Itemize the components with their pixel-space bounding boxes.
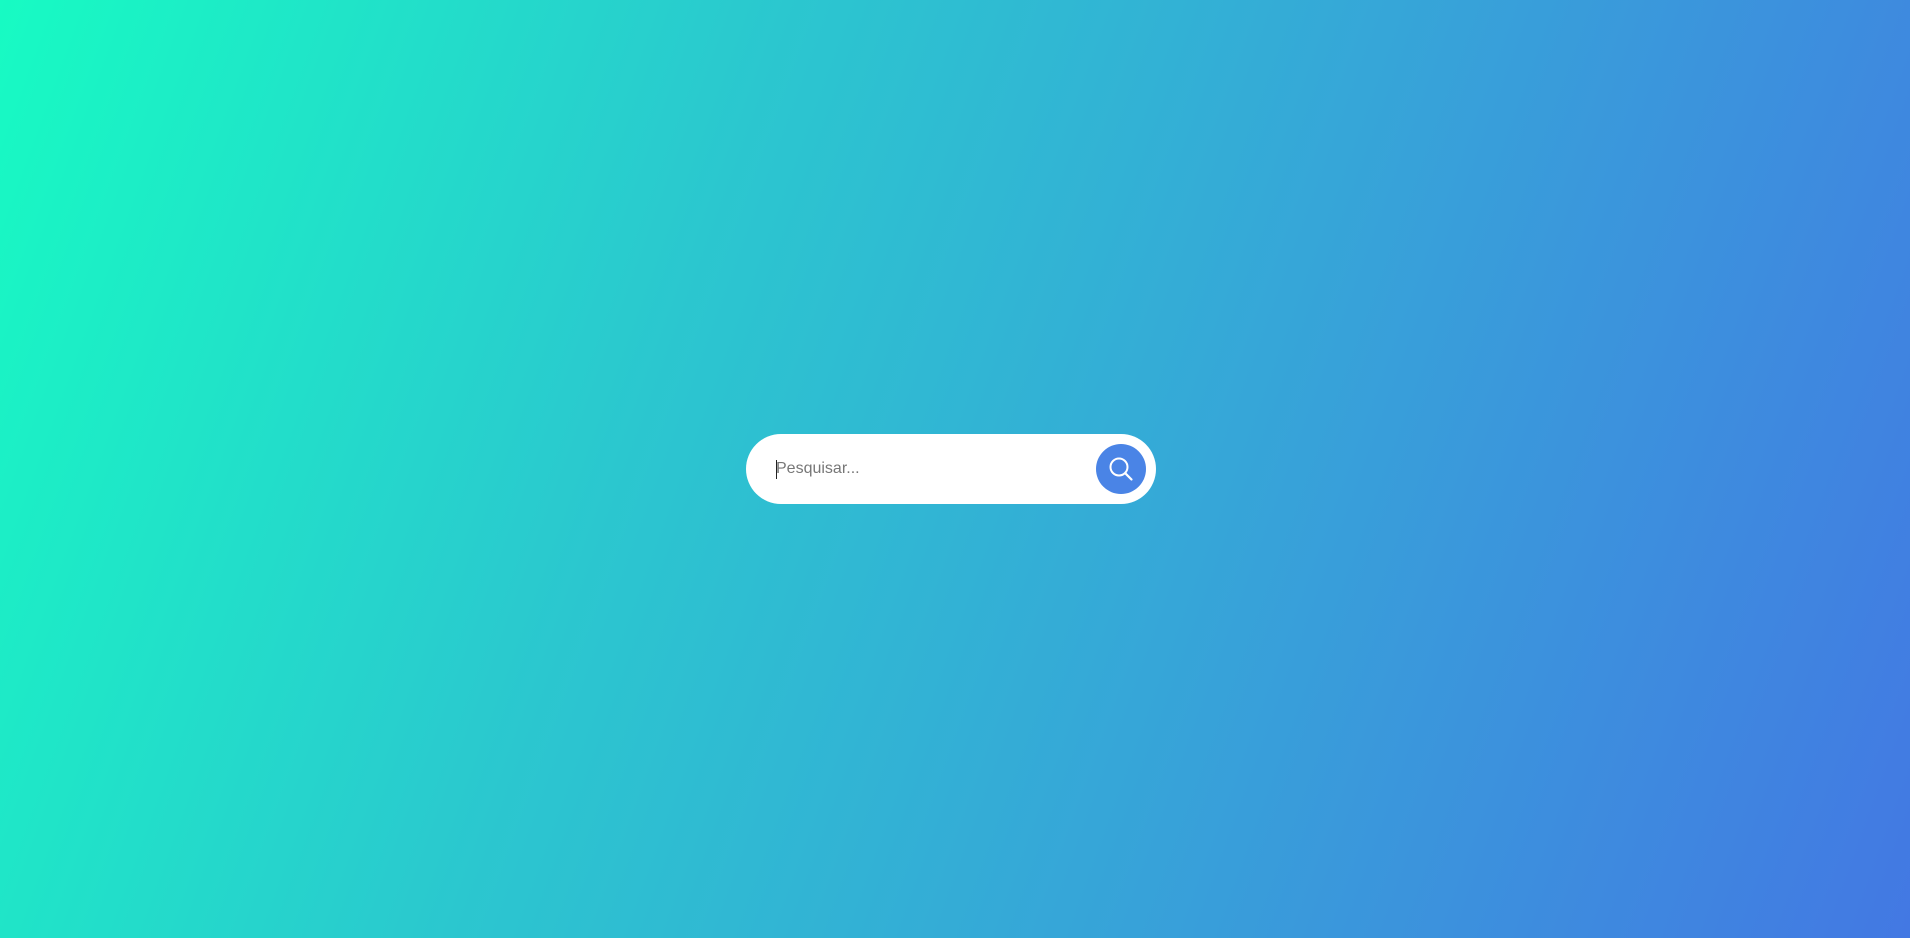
- search-icon: [1109, 457, 1133, 481]
- search-button[interactable]: [1096, 444, 1146, 494]
- search-input[interactable]: [776, 434, 1076, 504]
- text-caret: [776, 460, 777, 479]
- search-bar: [746, 434, 1156, 504]
- page-background: { "search": { "placeholder": "Pesquisar.…: [0, 0, 1910, 938]
